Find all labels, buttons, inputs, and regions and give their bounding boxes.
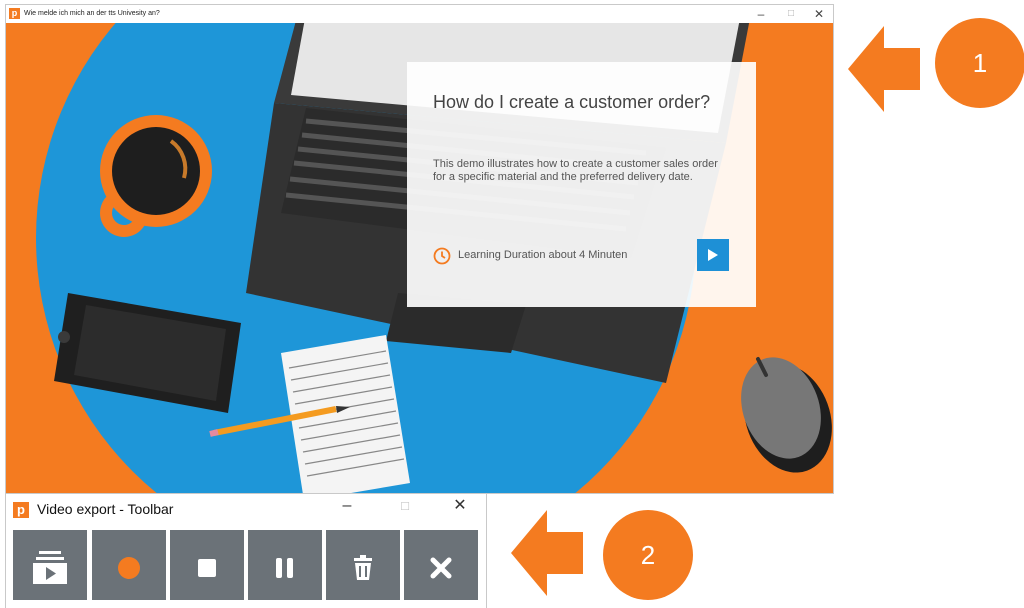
pause-button[interactable] [248, 530, 322, 600]
maximize-button[interactable]: □ [780, 6, 802, 22]
maximize-button[interactable]: □ [394, 498, 416, 514]
trash-icon [354, 555, 372, 580]
lesson-description: This demo illustrates how to create a cu… [433, 158, 718, 183]
clock-icon [433, 247, 451, 265]
cancel-button[interactable] [404, 530, 478, 600]
toolbar-window-title: Video export - Toolbar [37, 501, 174, 517]
learning-duration: Learning Duration about 4 Minuten [458, 249, 628, 261]
tutorial-window: p Wie melde ich mich an der tts Univesit… [5, 4, 834, 494]
minimize-button[interactable]: – [336, 498, 358, 514]
pause-icon [276, 558, 293, 578]
stop-icon [198, 559, 216, 577]
close-window-button[interactable]: ✕ [808, 6, 830, 22]
arrow-left-icon [848, 26, 920, 112]
close-window-button[interactable]: ✕ [449, 498, 471, 514]
annotation-badge-1: 1 [935, 18, 1024, 108]
minimize-button[interactable]: – [750, 6, 772, 22]
play-button[interactable] [697, 239, 729, 271]
delete-button[interactable] [326, 530, 400, 600]
stop-button[interactable] [170, 530, 244, 600]
lesson-title: How do I create a customer order? [433, 92, 711, 112]
close-icon [430, 557, 452, 579]
record-button[interactable] [92, 530, 166, 600]
record-icon [118, 557, 140, 579]
annotation-badge-2: 2 [603, 510, 693, 600]
app-logo-icon: p [9, 8, 20, 19]
play-icon [708, 249, 718, 261]
video-export-button[interactable] [13, 530, 87, 600]
app-logo-icon: p [13, 502, 29, 518]
video-export-icon [33, 551, 67, 584]
video-export-toolbar-window: p Video export - Toolbar – □ ✕ [5, 494, 487, 608]
window-titlebar: p Wie melde ich mich an der tts Univesit… [6, 5, 833, 23]
arrow-left-icon [511, 510, 583, 596]
window-title: Wie melde ich mich an der tts Univesity … [24, 10, 160, 17]
lesson-info-card: How do I create a customer order? This d… [407, 62, 756, 307]
